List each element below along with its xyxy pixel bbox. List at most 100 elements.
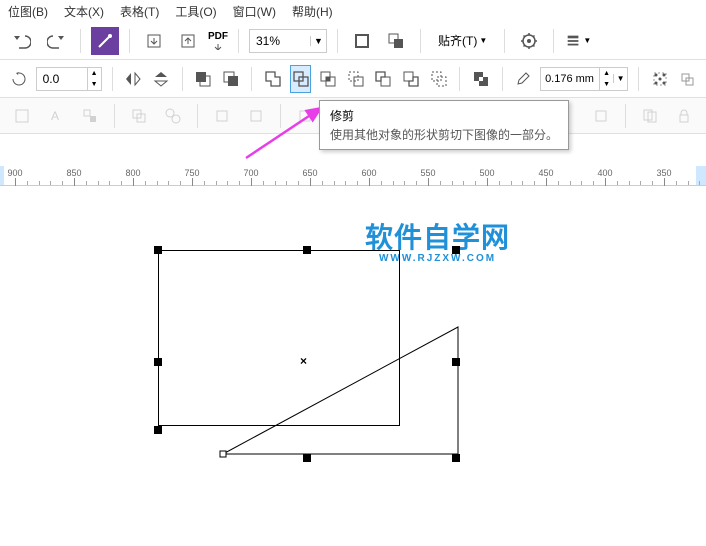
menu-help[interactable]: 帮助(H) <box>292 3 333 20</box>
separator <box>280 104 281 128</box>
selection-handle[interactable] <box>154 426 162 434</box>
fullscreen-button[interactable] <box>348 27 376 55</box>
boundary-button[interactable] <box>428 65 450 93</box>
triangle-shape[interactable] <box>218 322 468 462</box>
menu-bar: 位图(B) 文本(X) 表格(T) 工具(O) 窗口(W) 帮助(H) <box>0 0 706 22</box>
export-button[interactable] <box>174 27 202 55</box>
text-button <box>8 102 36 130</box>
layout-button[interactable]: ▼ <box>564 27 592 55</box>
import-button[interactable] <box>140 27 168 55</box>
show-hide-button[interactable] <box>382 27 410 55</box>
snap-button[interactable]: 贴齐(T) ▼ <box>431 27 494 55</box>
separator <box>420 29 421 53</box>
ruler-tick: 650 <box>310 166 311 186</box>
separator <box>251 67 252 91</box>
outline-stepper[interactable]: ▲▼ <box>599 68 613 90</box>
align-button <box>76 102 104 130</box>
extract-button <box>242 102 270 130</box>
zoom-input[interactable] <box>250 34 310 48</box>
svg-text:A: A <box>51 109 59 123</box>
combine-button[interactable] <box>470 65 492 93</box>
ruler-tick: 450 <box>546 166 547 186</box>
separator <box>80 29 81 53</box>
pdf-export-button[interactable]: PDF <box>208 31 228 50</box>
extra-button[interactable] <box>676 65 698 93</box>
ruler-tick: 750 <box>192 166 193 186</box>
crop-button <box>208 102 236 130</box>
tooltip: 修剪 使用其他对象的形状剪切下图像的一部分。 <box>319 100 569 150</box>
selection-handle[interactable] <box>452 246 460 254</box>
separator <box>238 29 239 53</box>
menu-text[interactable]: 文本(X) <box>64 3 104 20</box>
selection-handle[interactable] <box>452 358 460 366</box>
frame-button <box>291 102 319 130</box>
weld-button[interactable] <box>262 65 284 93</box>
separator <box>504 29 505 53</box>
menu-tools[interactable]: 工具(O) <box>175 3 216 20</box>
tooltip-title: 修剪 <box>330 107 558 124</box>
trim-button[interactable] <box>290 65 312 93</box>
ruler-tick: 850 <box>74 166 75 186</box>
ruler-tick: 550 <box>428 166 429 186</box>
separator <box>553 29 554 53</box>
mirror-v-button[interactable] <box>150 65 172 93</box>
menu-table[interactable]: 表格(T) <box>120 3 159 20</box>
pdf-label: PDF <box>208 31 228 42</box>
selection-handle[interactable] <box>154 246 162 254</box>
ungroup-button <box>159 102 187 130</box>
intersect-button[interactable] <box>317 65 339 93</box>
zoom-combo[interactable]: ▼ <box>249 29 327 53</box>
ruler-tick: 700 <box>251 166 252 186</box>
outline-width-input[interactable] <box>541 73 599 85</box>
object-origin-button[interactable] <box>649 65 671 93</box>
redo-button[interactable] <box>42 27 70 55</box>
simplify-button[interactable] <box>345 65 367 93</box>
front-minus-back-button[interactable] <box>373 65 395 93</box>
separator <box>112 67 113 91</box>
chevron-down-icon: ▼ <box>583 36 591 45</box>
separator <box>625 104 626 128</box>
options-button[interactable] <box>515 27 543 55</box>
menu-window[interactable]: 窗口(W) <box>233 3 276 20</box>
effects-button <box>587 102 615 130</box>
to-back-button[interactable] <box>220 65 242 93</box>
menu-bitmap[interactable]: 位图(B) <box>8 3 48 20</box>
horizontal-ruler: 900850800750700650600550500450400350 <box>0 166 706 186</box>
separator <box>459 67 460 91</box>
separator <box>337 29 338 53</box>
group-button <box>125 102 153 130</box>
ruler-tick: 400 <box>605 166 606 186</box>
ruler-tick: 600 <box>369 166 370 186</box>
canvas-area[interactable]: 软件自学网 WWW.RJZXW.COM × <box>0 186 706 546</box>
undo-button[interactable] <box>8 27 36 55</box>
ruler-tick: 350 <box>664 166 665 186</box>
selection-handle[interactable] <box>452 454 460 462</box>
tooltip-description: 使用其他对象的形状剪切下图像的一部分。 <box>330 126 558 143</box>
back-minus-front-button[interactable] <box>400 65 422 93</box>
rotate-icon <box>8 65 30 93</box>
separator <box>197 104 198 128</box>
rotation-stepper[interactable]: ▲▼ <box>87 68 101 90</box>
separator <box>638 67 639 91</box>
search-button[interactable] <box>91 27 119 55</box>
selection-handle[interactable] <box>303 454 311 462</box>
rotation-input[interactable] <box>37 72 87 86</box>
separator <box>502 67 503 91</box>
text-wrap-button: A <box>42 102 70 130</box>
separator <box>114 104 115 128</box>
to-front-button[interactable] <box>192 65 214 93</box>
ruler-tick: 900 <box>15 166 16 186</box>
rotation-input-box[interactable]: ▲▼ <box>36 67 102 91</box>
center-marker: × <box>300 354 307 368</box>
zoom-dropdown[interactable]: ▼ <box>310 36 326 46</box>
selection-handle[interactable] <box>154 358 162 366</box>
lock2-button <box>670 102 698 130</box>
outline-width-box[interactable]: ▲▼ ▼ <box>540 67 628 91</box>
separator <box>182 67 183 91</box>
outline-dropdown[interactable]: ▼ <box>613 74 627 83</box>
selection-handle[interactable] <box>303 246 311 254</box>
main-toolbar: PDF ▼ 贴齐(T) ▼ ▼ <box>0 22 706 60</box>
mirror-h-button[interactable] <box>122 65 144 93</box>
ruler-tick: 800 <box>133 166 134 186</box>
chevron-down-icon: ▼ <box>479 36 487 45</box>
